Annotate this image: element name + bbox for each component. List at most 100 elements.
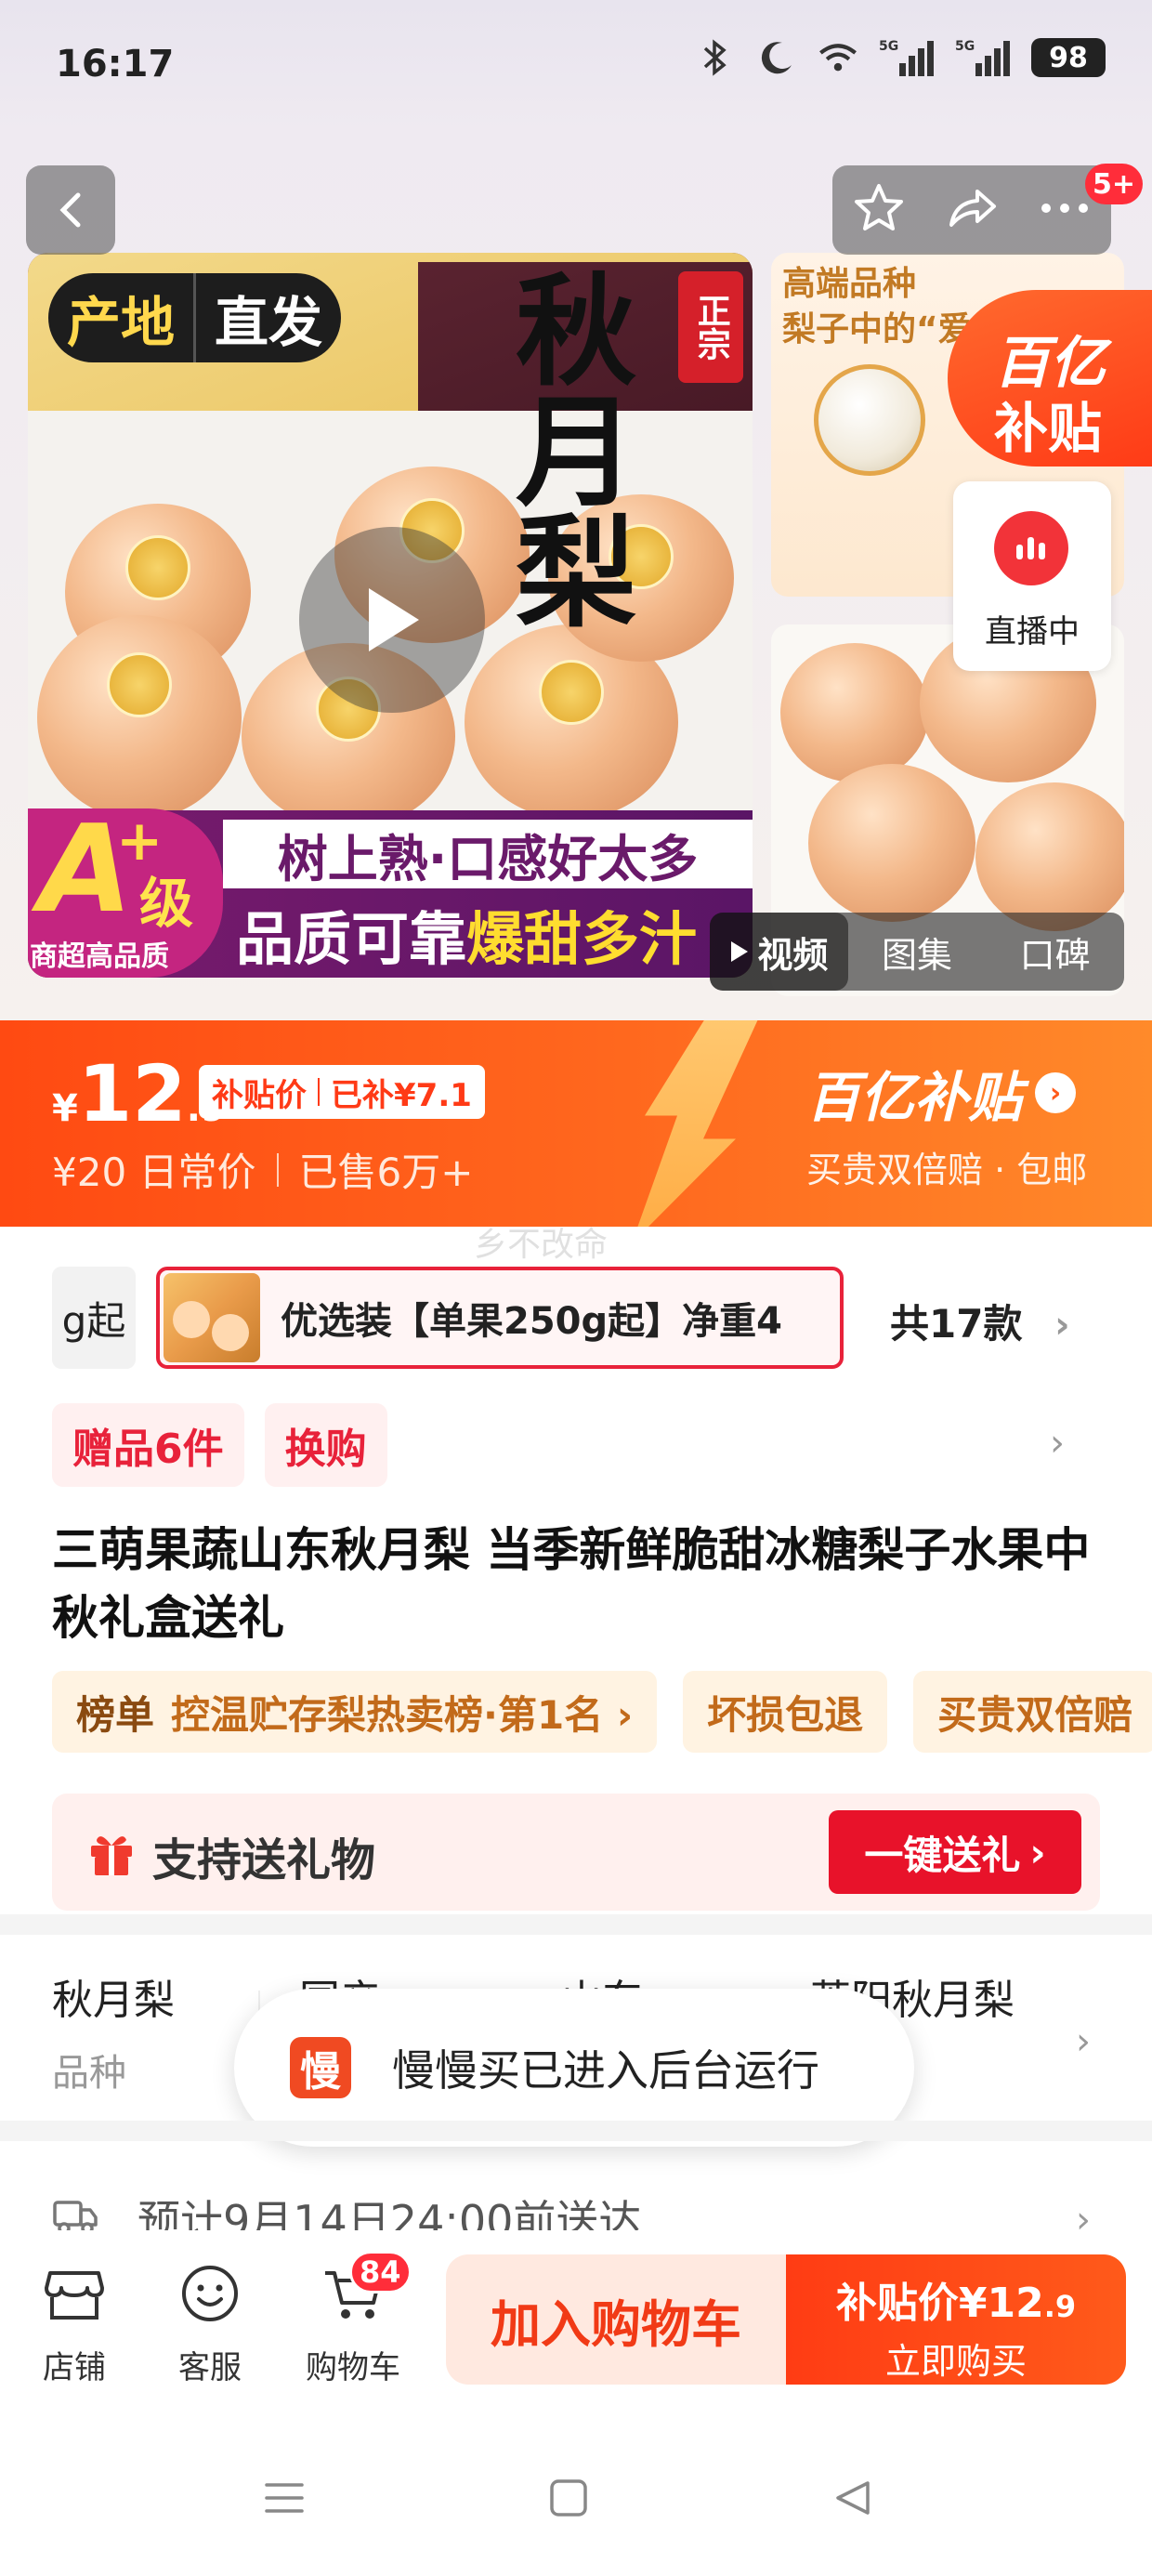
tab-gallery[interactable]: 图集: [848, 927, 987, 978]
svg-text:5G: 5G: [955, 39, 975, 54]
sku-count-link[interactable]: 共17款 ›: [890, 1293, 1070, 1349]
subsidy-brand-link[interactable]: 百亿补贴 › 买贵双倍赔 · 包邮: [806, 1054, 1087, 1192]
promo-line-2: 品质可靠 爆甜多汁: [223, 894, 753, 974]
section-divider: [0, 2121, 1152, 2141]
product-hero: 16:17 5G 5G 98 产地 直发 秋月梨 正宗 A + 级 商超高品质 …: [0, 0, 1152, 1022]
price-integer: 12: [77, 1048, 187, 1139]
pear-image: [814, 364, 925, 476]
sku-option-label: 优选装【单果250g起】净重4: [281, 1300, 782, 1343]
chevron-right-icon: ›: [1076, 2020, 1091, 2063]
more-dots-icon: [1041, 204, 1088, 213]
back-nav-button[interactable]: [825, 2470, 881, 2526]
square-icon: [550, 2479, 587, 2517]
buy-now-button[interactable]: 补贴价¥12.9 立即购买: [786, 2254, 1126, 2385]
sold-count: 已售6万+: [298, 1150, 474, 1195]
signal-icon-2: 5G: [955, 37, 1011, 78]
chevron-right-icon: ›: [1054, 1304, 1070, 1347]
home-nav-button[interactable]: [541, 2470, 596, 2526]
add-to-cart-button[interactable]: 加入购物车: [446, 2254, 786, 2385]
authentic-tag: 正宗: [678, 271, 743, 383]
price-currency: ¥: [52, 1087, 78, 1130]
price-banner: ¥ 12 .9 补贴价 已补¥7.1 ¥20 日常价 已售6万+ 百亿补贴 › …: [0, 1020, 1152, 1227]
subsidy-brand-text: 百亿补贴: [806, 1066, 1023, 1129]
triangle-back-icon: [836, 2481, 870, 2515]
status-time: 16:17: [56, 43, 175, 85]
svg-text:5G: 5G: [879, 39, 898, 54]
grade-badge: A + 级 商超高品质: [28, 808, 223, 978]
status-bar: 16:17 5G 5G 98: [0, 0, 1152, 139]
gift-icon: [91, 1836, 132, 1875]
menu-nav-button[interactable]: [256, 2470, 312, 2526]
shop-label: 店铺: [43, 2349, 106, 2386]
tab-reviews[interactable]: 口碑: [986, 927, 1124, 978]
attribute-value: 秋月梨: [52, 1977, 175, 2024]
back-button[interactable]: [26, 165, 115, 255]
price-guarantee-tag[interactable]: 买贵双倍赔: [913, 1671, 1152, 1753]
thumb-1-title-line1: 高端品种: [782, 265, 917, 303]
smile-chat-icon: [182, 2266, 238, 2321]
product-title: 三萌果蔬山东秋月梨 当季新鲜脆甜冰糖梨子水果中秋礼盒送礼: [52, 1523, 1091, 1645]
live-stream-button[interactable]: 直播中: [953, 481, 1111, 671]
pear-image: [37, 615, 242, 820]
signal-icon-1: 5G: [879, 37, 935, 78]
wifi-icon: [818, 37, 858, 78]
sku-selector: g起 优选装【单果250g起】净重4 共17款 ›: [0, 1259, 1152, 1380]
play-icon: [369, 588, 419, 651]
ranking-tag-key: 榜单: [76, 1691, 155, 1738]
service-tags: 榜单 控温贮存梨热卖榜·第1名 › 坏损包退 买贵双倍赔: [52, 1671, 1152, 1753]
customer-service-button[interactable]: 客服: [154, 2260, 266, 2387]
chevron-right-icon: ›: [1029, 1829, 1046, 1875]
sku-option-prev[interactable]: g起: [52, 1267, 136, 1369]
share-icon: [949, 190, 996, 227]
pear-image: [975, 782, 1124, 931]
attribute-key: 品种: [52, 2052, 126, 2095]
subsidy-tag-label: 补贴价: [212, 1076, 307, 1114]
share-button[interactable]: [944, 180, 1000, 240]
thumb-1-title: 高端品种 梨子中的“爱: [782, 262, 972, 352]
app-icon: 慢: [290, 2037, 351, 2098]
pear-image: [780, 643, 929, 782]
more-button[interactable]: [1037, 199, 1093, 221]
play-small-icon: [731, 941, 749, 962]
more-badge: 5+: [1085, 164, 1144, 204]
authentic-tag-text: 正宗: [691, 294, 730, 361]
subsidy-tag: 补贴价 已补¥7.1: [199, 1065, 485, 1119]
menu-icon: [265, 2483, 304, 2513]
favorite-button[interactable]: [851, 180, 907, 240]
play-video-button[interactable]: [299, 527, 485, 713]
moon-icon: [756, 37, 797, 78]
product-main-image[interactable]: 产地 直发 秋月梨 正宗 A + 级 商超高品质 树上熟·口感好太多 品质可靠 …: [28, 253, 753, 978]
damage-refund-tag[interactable]: 坏损包退: [683, 1671, 888, 1753]
promo-gift-chip[interactable]: 赠品6件: [52, 1403, 244, 1487]
status-icons: 5G 5G 98: [695, 37, 1106, 78]
subsidy-float-badge[interactable]: 百亿 补贴: [948, 290, 1152, 467]
shop-button[interactable]: 店铺: [19, 2260, 130, 2387]
gift-support-bar: 支持送礼物 一键送礼 ›: [52, 1794, 1100, 1911]
chevron-right-icon[interactable]: ›: [1050, 1422, 1065, 1465]
promo-swap-chip[interactable]: 换购: [264, 1403, 387, 1487]
price-sub-info: ¥20 日常价 已售6万+: [52, 1141, 473, 1198]
promo-line-1: 树上熟·口感好太多: [223, 820, 753, 888]
sku-thumbnail: [164, 1273, 260, 1362]
buy-now-price: 补贴价¥12.9: [786, 2269, 1126, 2329]
service-label: 客服: [178, 2349, 242, 2386]
chevron-right-icon: ›: [1035, 1072, 1077, 1113]
sku-option-selected[interactable]: 优选装【单果250g起】净重4: [156, 1267, 844, 1369]
ranking-tag[interactable]: 榜单 控温贮存梨热卖榜·第1名 ›: [52, 1671, 658, 1753]
buy-price-decimal: .9: [1043, 2289, 1077, 2324]
buy-price-main: 补贴价¥12: [835, 2280, 1044, 2327]
send-gift-label: 一键送礼: [864, 1832, 1021, 1878]
divider: [276, 1152, 279, 1187]
section-divider: [0, 1914, 1152, 1935]
star-icon: [855, 184, 903, 230]
top-action-group: [832, 165, 1111, 255]
gift-support-text: 支持送礼物: [152, 1834, 376, 1886]
subsidy-float-line2: 补贴: [994, 397, 1103, 460]
tab-video[interactable]: 视频: [710, 913, 848, 991]
chevron-left-icon: [59, 192, 81, 228]
tab-video-label: 视频: [757, 934, 829, 976]
promo-line-2-highlight: 爆甜多汁: [466, 905, 698, 973]
subsidy-brand-sub: 买贵双倍赔 · 包邮: [806, 1150, 1088, 1190]
bluetooth-icon: [695, 37, 736, 78]
send-gift-button[interactable]: 一键送礼 ›: [829, 1810, 1081, 1894]
